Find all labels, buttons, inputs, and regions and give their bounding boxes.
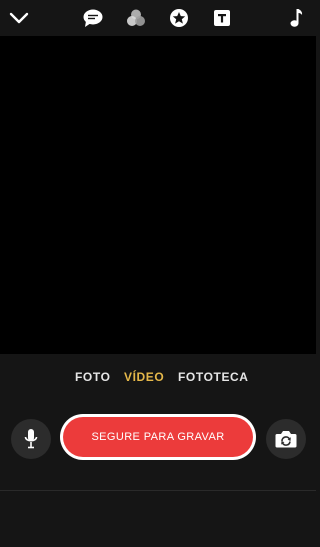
star-badge-icon[interactable] xyxy=(161,0,197,36)
mode-fototeca[interactable]: FOTOTECA xyxy=(178,370,249,384)
top-toolbar xyxy=(0,0,316,36)
mode-selector: FOTO VÍDEO FOTOTECA xyxy=(0,354,316,400)
microphone-icon xyxy=(24,429,38,449)
microphone-button[interactable] xyxy=(11,419,51,459)
switch-camera-button[interactable] xyxy=(266,419,306,459)
text-icon[interactable] xyxy=(204,0,240,36)
filters-icon[interactable] xyxy=(118,0,154,36)
bottom-divider xyxy=(0,490,316,491)
camera-switch-icon xyxy=(275,431,297,448)
chevron-down-icon[interactable] xyxy=(1,0,37,36)
camera-viewfinder[interactable] xyxy=(0,36,316,354)
hold-to-record-button[interactable]: SEGURE PARA GRAVAR xyxy=(63,417,253,457)
mode-video[interactable]: VÍDEO xyxy=(124,370,164,384)
mode-foto[interactable]: FOTO xyxy=(75,370,111,384)
camera-screen: FOTO VÍDEO FOTOTECA SEGURE PARA GRAVAR xyxy=(0,0,316,547)
music-note-icon[interactable] xyxy=(278,0,314,36)
chat-bubble-icon[interactable] xyxy=(75,0,111,36)
capture-controls: FOTO VÍDEO FOTOTECA SEGURE PARA GRAVAR xyxy=(0,354,316,547)
